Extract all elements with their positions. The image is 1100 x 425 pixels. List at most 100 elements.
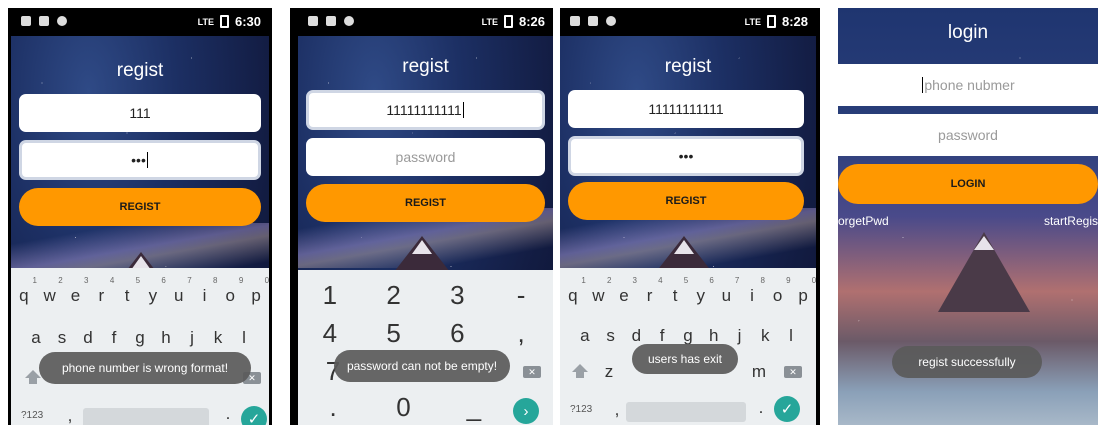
key-d[interactable]: d bbox=[625, 326, 647, 346]
key-g[interactable]: g bbox=[129, 328, 151, 348]
key-2[interactable]: 2 bbox=[369, 280, 419, 311]
key-y[interactable]: y6 bbox=[690, 276, 714, 306]
password-input[interactable]: password bbox=[838, 114, 1098, 156]
key-underscore[interactable]: _ bbox=[449, 392, 499, 423]
symbols-key[interactable]: ?123 bbox=[21, 410, 43, 421]
key-o[interactable]: o9 bbox=[219, 276, 244, 306]
key-w[interactable]: w2 bbox=[587, 276, 611, 306]
enter-key-icon[interactable]: ✓ bbox=[774, 396, 800, 422]
key-z[interactable]: z bbox=[598, 362, 620, 382]
key-l[interactable]: l bbox=[233, 328, 255, 348]
shift-key-icon[interactable] bbox=[572, 364, 588, 378]
mountain bbox=[938, 232, 1030, 312]
key-l[interactable]: l bbox=[780, 326, 802, 346]
symbols-key[interactable]: ?123 bbox=[570, 404, 592, 415]
key-p[interactable]: p0 bbox=[792, 276, 816, 306]
key-s[interactable]: s bbox=[51, 328, 73, 348]
key-y[interactable]: y6 bbox=[142, 276, 166, 306]
keyboard: q1 w2 e3 r4 t5 y6 u7 i8 o9 p0 a s d f g … bbox=[11, 268, 269, 425]
key-o[interactable]: o9 bbox=[767, 276, 791, 306]
android-icon bbox=[606, 16, 616, 26]
key-k[interactable]: k bbox=[754, 326, 776, 346]
password-placeholder: password bbox=[938, 127, 998, 143]
space-key[interactable] bbox=[83, 408, 209, 425]
battery-icon bbox=[219, 15, 229, 28]
comma-key[interactable]: , bbox=[606, 400, 628, 420]
key-e[interactable]: e3 bbox=[613, 276, 637, 306]
password-input[interactable]: ••• bbox=[19, 140, 261, 180]
phone-input[interactable]: 11111111111 bbox=[306, 90, 545, 130]
regist-button[interactable]: REGIST bbox=[306, 184, 545, 222]
clock: 8:28 bbox=[781, 14, 808, 29]
phone-input[interactable]: 111 bbox=[19, 94, 261, 132]
key-q[interactable]: q1 bbox=[13, 276, 37, 306]
sd-card-icon bbox=[588, 16, 598, 26]
key-q[interactable]: q1 bbox=[562, 276, 586, 306]
keyboard-row-1: q1 w2 e3 r4 t5 y6 u7 i8 o9 p0 bbox=[11, 276, 269, 306]
background: LTE 8:28 regist 11111111111 ••• REGIST q1… bbox=[560, 8, 816, 425]
key-5[interactable]: 5 bbox=[369, 318, 419, 349]
key-j[interactable]: j bbox=[728, 326, 750, 346]
start-register-link[interactable]: startRegis bbox=[1044, 214, 1098, 228]
key-d[interactable]: d bbox=[77, 328, 99, 348]
numpad-row-2: 4 5 6 , bbox=[298, 318, 553, 349]
key-0[interactable]: 0 bbox=[378, 392, 428, 423]
regist-button[interactable]: REGIST bbox=[568, 182, 804, 220]
clock: 6:30 bbox=[234, 14, 261, 29]
key-6[interactable]: 6 bbox=[432, 318, 482, 349]
forget-password-link[interactable]: orgetPwd bbox=[838, 214, 889, 228]
key-k[interactable]: k bbox=[207, 328, 229, 348]
password-input[interactable]: password bbox=[306, 138, 545, 176]
key-r[interactable]: r4 bbox=[90, 276, 114, 306]
android-icon bbox=[344, 16, 354, 26]
key-m[interactable]: m bbox=[748, 362, 770, 382]
key-u[interactable]: u7 bbox=[715, 276, 740, 306]
toast-message: password can not be empty! bbox=[334, 350, 510, 382]
key-j[interactable]: j bbox=[181, 328, 203, 348]
key-e[interactable]: e3 bbox=[64, 276, 89, 306]
background: login phone nubmer password LOGIN orgetP… bbox=[838, 8, 1098, 425]
signal-icon: LTE bbox=[197, 16, 214, 27]
regist-button[interactable]: REGIST bbox=[19, 188, 261, 226]
key-h[interactable]: h bbox=[155, 328, 177, 348]
key-a[interactable]: a bbox=[25, 328, 47, 348]
key-w[interactable]: w2 bbox=[39, 276, 63, 306]
background: LTE 6:30 regist 111 ••• REGIST q1 w2 e3 r… bbox=[11, 8, 269, 425]
comma-key[interactable]: , bbox=[59, 406, 81, 425]
period-key[interactable]: . bbox=[217, 404, 239, 424]
key-g[interactable]: g bbox=[677, 326, 699, 346]
backspace-key-icon[interactable]: ✕ bbox=[523, 366, 541, 378]
password-input[interactable]: ••• bbox=[568, 136, 804, 176]
key-s[interactable]: s bbox=[600, 326, 622, 346]
key-f[interactable]: f bbox=[651, 326, 673, 346]
key-r[interactable]: r4 bbox=[639, 276, 663, 306]
key-t[interactable]: t5 bbox=[116, 276, 140, 306]
key-minus[interactable]: - bbox=[496, 280, 546, 311]
status-bar: LTE 8:28 bbox=[560, 8, 816, 36]
login-button[interactable]: LOGIN bbox=[838, 164, 1098, 204]
period-key[interactable]: . bbox=[750, 398, 772, 418]
key-period[interactable]: . bbox=[308, 392, 358, 423]
battery-icon bbox=[503, 15, 513, 28]
key-comma[interactable]: , bbox=[496, 318, 546, 349]
key-a[interactable]: a bbox=[574, 326, 596, 346]
key-h[interactable]: h bbox=[703, 326, 725, 346]
space-key[interactable] bbox=[626, 402, 746, 422]
key-3[interactable]: 3 bbox=[432, 280, 482, 311]
next-key-icon[interactable]: › bbox=[513, 398, 539, 424]
phone-input[interactable]: phone nubmer bbox=[838, 64, 1098, 106]
key-1[interactable]: 1 bbox=[305, 280, 355, 311]
phone-input[interactable]: 11111111111 bbox=[568, 90, 804, 128]
sim-icon bbox=[570, 16, 580, 26]
enter-key-icon[interactable]: ✓ bbox=[241, 406, 267, 425]
key-u[interactable]: u7 bbox=[168, 276, 192, 306]
password-value: ••• bbox=[678, 148, 694, 164]
phone-screen-3: LTE 8:28 regist 11111111111 ••• REGIST q1… bbox=[560, 8, 820, 425]
key-t[interactable]: t5 bbox=[664, 276, 688, 306]
key-i[interactable]: i8 bbox=[741, 276, 765, 306]
key-i[interactable]: i8 bbox=[193, 276, 218, 306]
key-f[interactable]: f bbox=[103, 328, 125, 348]
key-4[interactable]: 4 bbox=[305, 318, 355, 349]
backspace-key-icon[interactable]: ✕ bbox=[784, 366, 802, 378]
key-p[interactable]: p0 bbox=[245, 276, 269, 306]
